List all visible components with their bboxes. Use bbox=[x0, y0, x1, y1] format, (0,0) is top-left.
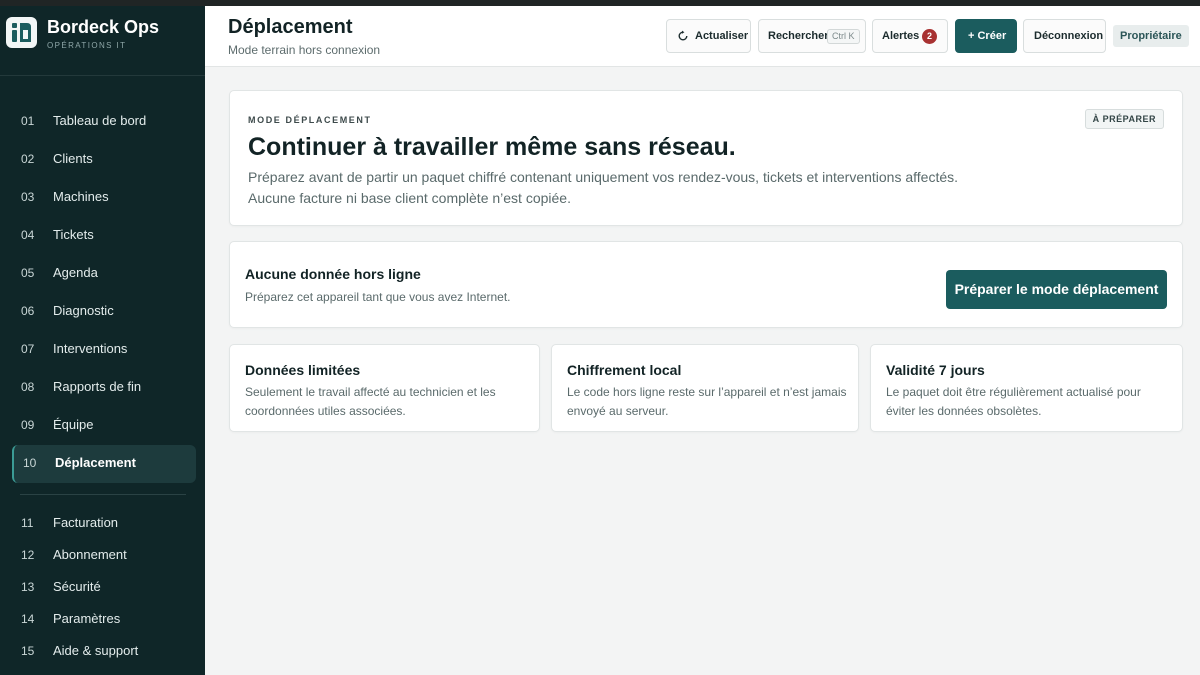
hero-description-line-2: Aucune facture ni base client complète n… bbox=[248, 190, 571, 206]
sidebar-item-deplacement[interactable]: 10 Déplacement bbox=[12, 445, 196, 483]
sidebar-item-label: Paramètres bbox=[53, 611, 121, 626]
sidebar-item-number: 07 bbox=[21, 342, 35, 356]
search-shortcut: Ctrl K bbox=[827, 29, 860, 44]
sidebar-item-number: 14 bbox=[21, 612, 35, 626]
sidebar-item-label: Interventions bbox=[53, 341, 128, 356]
sidebar-item-machines[interactable]: 03 Machines bbox=[12, 179, 196, 217]
page-subtitle: Mode terrain hors connexion bbox=[228, 43, 381, 57]
sidebar-item-tableau-de-bord[interactable]: 01 Tableau de bord bbox=[12, 103, 196, 141]
sidebar-item-number: 11 bbox=[21, 516, 34, 530]
sidebar-item-label: Déplacement bbox=[55, 455, 136, 470]
sidebar-item-label: Agenda bbox=[53, 265, 98, 280]
refresh-icon bbox=[677, 30, 689, 45]
sidebar-item-label: Aide & support bbox=[53, 643, 139, 658]
alerts-label: Alertes bbox=[882, 30, 920, 42]
feature-description: Le paquet doit être régulièrement actual… bbox=[886, 385, 1141, 418]
page-header: Déplacement Mode terrain hors connexion … bbox=[205, 6, 1200, 67]
refresh-label: Actualiser bbox=[695, 30, 749, 42]
travel-mode-hero-card: MODE DÉPLACEMENT À PRÉPARER Continuer à … bbox=[229, 90, 1183, 226]
sidebar-divider bbox=[20, 494, 186, 495]
offline-data-card: Aucune donnée hors ligne Préparez cet ap… bbox=[229, 241, 1183, 328]
feature-card-limited-data: Données limitées Seulement le travail af… bbox=[229, 344, 540, 432]
sidebar-item-number: 13 bbox=[21, 580, 35, 594]
sidebar-item-label: Sécurité bbox=[53, 579, 101, 594]
sidebar: Bordeck Ops OPÉRATIONS IT 01 Tableau de … bbox=[0, 6, 205, 675]
refresh-button[interactable]: Actualiser bbox=[666, 19, 751, 53]
sidebar-item-equipe[interactable]: 09 Équipe bbox=[12, 407, 196, 445]
sidebar-item-diagnostic[interactable]: 06 Diagnostic bbox=[12, 293, 196, 331]
feature-card-local-encryption: Chiffrement local Le code hors ligne res… bbox=[551, 344, 859, 432]
app-name: Bordeck Ops bbox=[47, 17, 160, 37]
logout-button[interactable]: Déconnexion bbox=[1023, 19, 1106, 53]
feature-description: Le code hors ligne reste sur l’appareil … bbox=[567, 385, 847, 418]
sidebar-item-label: Tableau de bord bbox=[53, 113, 147, 128]
sidebar-item-number: 10 bbox=[23, 456, 37, 470]
sidebar-item-number: 02 bbox=[21, 152, 35, 166]
search-button[interactable]: Rechercher Ctrl K bbox=[758, 19, 866, 53]
role-badge: Propriétaire bbox=[1113, 25, 1189, 47]
sidebar-item-label: Tickets bbox=[53, 227, 94, 242]
feature-description: Seulement le travail affecté au technici… bbox=[245, 385, 496, 418]
sidebar-item-number: 01 bbox=[21, 114, 35, 128]
offline-data-title: Aucune donnée hors ligne bbox=[245, 266, 421, 282]
feature-title: Chiffrement local bbox=[567, 362, 682, 378]
feature-title: Données limitées bbox=[245, 362, 361, 378]
sidebar-item-tickets[interactable]: 04 Tickets bbox=[12, 217, 196, 255]
sidebar-item-number: 06 bbox=[21, 304, 35, 318]
sidebar-item-number: 09 bbox=[21, 418, 35, 432]
sidebar-item-number: 05 bbox=[21, 266, 35, 280]
sidebar-item-label: Facturation bbox=[53, 515, 119, 530]
bordeck-logo-icon bbox=[6, 17, 37, 48]
page-title: Déplacement bbox=[228, 16, 353, 38]
hero-title: Continuer à travailler même sans réseau. bbox=[248, 133, 736, 161]
status-badge: À PRÉPARER bbox=[1084, 109, 1164, 129]
prepare-travel-mode-button[interactable]: Préparer le mode déplacement bbox=[946, 270, 1167, 309]
create-button[interactable]: + Créer bbox=[955, 19, 1017, 53]
sidebar-item-number: 04 bbox=[21, 228, 35, 242]
sidebar-item-clients[interactable]: 02 Clients bbox=[12, 141, 196, 179]
feature-title: Validité 7 jours bbox=[886, 362, 985, 378]
offline-data-description: Préparez cet appareil tant que vous avez… bbox=[245, 290, 511, 304]
sidebar-item-rapports-de-fin[interactable]: 08 Rapports de fin bbox=[12, 369, 196, 407]
alerts-count-badge: 2 bbox=[922, 29, 937, 44]
sidebar-item-number: 15 bbox=[21, 644, 35, 658]
sidebar-item-label: Équipe bbox=[53, 417, 94, 432]
hero-kicker: MODE DÉPLACEMENT bbox=[248, 115, 372, 125]
sidebar-item-number: 03 bbox=[21, 190, 35, 204]
search-label: Rechercher bbox=[768, 30, 829, 42]
feature-card-validity: Validité 7 jours Le paquet doit être rég… bbox=[870, 344, 1183, 432]
sidebar-item-label: Abonnement bbox=[53, 547, 127, 562]
app-subtitle: OPÉRATIONS IT bbox=[47, 41, 127, 50]
alerts-button[interactable]: Alertes 2 bbox=[872, 19, 948, 53]
create-label: + Créer bbox=[968, 30, 1007, 42]
main-content: Déplacement Mode terrain hors connexion … bbox=[205, 6, 1200, 675]
sidebar-item-label: Clients bbox=[53, 151, 93, 166]
brand: Bordeck Ops OPÉRATIONS IT bbox=[0, 6, 205, 76]
hero-description-line-1: Préparez avant de partir un paquet chiff… bbox=[248, 169, 959, 185]
sidebar-item-number: 08 bbox=[21, 380, 35, 394]
sidebar-item-label: Machines bbox=[53, 189, 109, 204]
sidebar-item-agenda[interactable]: 05 Agenda bbox=[12, 255, 196, 293]
sidebar-item-number: 12 bbox=[21, 548, 35, 562]
logout-label: Déconnexion bbox=[1034, 30, 1104, 42]
sidebar-item-interventions[interactable]: 07 Interventions bbox=[12, 331, 196, 369]
sidebar-item-aide-support[interactable]: 15 Aide & support bbox=[12, 633, 196, 671]
sidebar-item-label: Diagnostic bbox=[53, 303, 114, 318]
sidebar-item-label: Rapports de fin bbox=[53, 379, 142, 394]
